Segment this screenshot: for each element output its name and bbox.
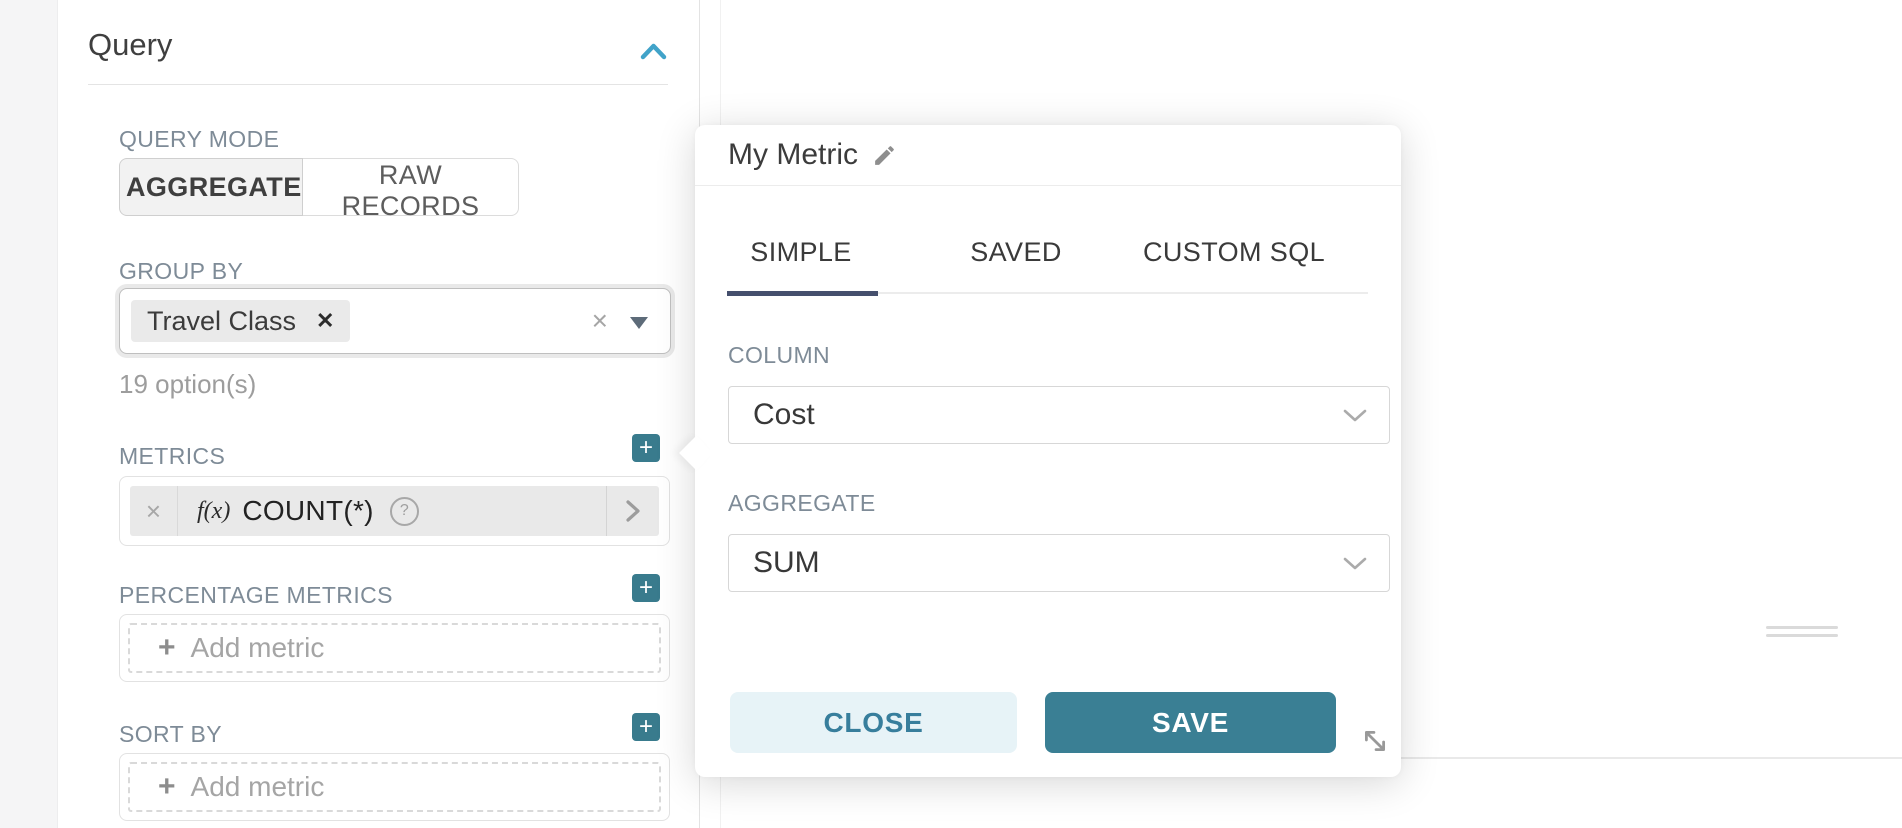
query-mode-raw-records-button[interactable]: RAW RECORDS: [303, 158, 519, 216]
chevron-down-icon: [1343, 409, 1367, 422]
tab-custom-sql[interactable]: CUSTOM SQL: [1143, 237, 1325, 268]
group-by-select[interactable]: Travel Class ✕ ×: [119, 288, 671, 354]
active-tab-indicator: [727, 291, 878, 296]
group-by-tag: Travel Class ✕: [131, 300, 350, 342]
metric-pill-label: COUNT(*): [242, 495, 374, 527]
tag-remove-icon[interactable]: ✕: [316, 308, 334, 334]
aggregate-select-value: SUM: [753, 546, 820, 580]
panel-drag-handle[interactable]: [1766, 626, 1838, 640]
add-metric-button[interactable]: +: [632, 434, 660, 462]
add-metric-placeholder: Add metric: [191, 771, 325, 803]
aggregate-label: AGGREGATE: [728, 490, 876, 517]
collapse-section-chevron-up-icon[interactable]: [640, 41, 667, 62]
select-clear-icon[interactable]: ×: [592, 289, 608, 353]
metric-help-icon[interactable]: ?: [390, 497, 419, 526]
percentage-metrics-container: + Add metric: [119, 614, 670, 682]
tab-simple[interactable]: SIMPLE: [750, 237, 851, 268]
group-by-options-count: 19 option(s): [119, 369, 256, 400]
tab-bar-line: [878, 292, 1368, 294]
metric-pill[interactable]: × f(x) COUNT(*) ?: [130, 486, 659, 536]
metric-name: My Metric: [728, 138, 858, 172]
column-select[interactable]: Cost: [728, 386, 1390, 444]
chevron-down-icon: [1343, 557, 1367, 570]
percentage-metrics-label: PERCENTAGE METRICS: [119, 582, 393, 609]
sort-by-add-metric[interactable]: + Add metric: [128, 762, 661, 812]
add-metric-placeholder: Add metric: [191, 632, 325, 664]
resize-diagonal-icon[interactable]: [1361, 727, 1389, 755]
query-mode-label: QUERY MODE: [119, 126, 279, 153]
sort-by-label: SORT BY: [119, 721, 222, 748]
popover-header: My Metric: [695, 125, 1401, 186]
add-percentage-metric-button[interactable]: +: [632, 574, 660, 602]
select-caret-down-icon[interactable]: [630, 317, 648, 329]
column-label: COLUMN: [728, 342, 830, 369]
query-mode-aggregate-button[interactable]: AGGREGATE: [119, 158, 303, 216]
add-plus-icon: +: [158, 633, 176, 663]
left-rail: [0, 0, 58, 828]
add-sort-by-button[interactable]: +: [632, 713, 660, 741]
group-by-label: GROUP BY: [119, 258, 243, 285]
column-select-value: Cost: [753, 398, 815, 432]
aggregate-select[interactable]: SUM: [728, 534, 1390, 592]
metric-expand-chevron-right-icon[interactable]: [606, 486, 659, 536]
query-section-title: Query: [88, 27, 172, 63]
group-by-tag-label: Travel Class: [147, 306, 296, 337]
percentage-metrics-add-metric[interactable]: + Add metric: [128, 623, 661, 673]
metric-editor-popover: My Metric SIMPLE SAVED CUSTOM SQL COLUMN…: [695, 125, 1401, 777]
metrics-label: METRICS: [119, 443, 225, 470]
popover-arrow: [679, 436, 713, 470]
tab-saved[interactable]: SAVED: [970, 237, 1062, 268]
function-icon: f(x): [197, 498, 230, 525]
edit-pencil-icon[interactable]: [872, 143, 897, 168]
query-mode-toggle: AGGREGATE RAW RECORDS: [119, 158, 519, 216]
sort-by-container: + Add metric: [119, 753, 670, 821]
add-plus-icon: +: [158, 772, 176, 802]
save-button[interactable]: SAVE: [1045, 692, 1336, 753]
section-divider: [88, 84, 668, 85]
metric-remove-icon[interactable]: ×: [130, 486, 178, 536]
explore-page: Query QUERY MODE AGGREGATE RAW RECORDS G…: [0, 0, 1902, 828]
metrics-container: × f(x) COUNT(*) ?: [119, 476, 670, 546]
close-button[interactable]: CLOSE: [730, 692, 1017, 753]
